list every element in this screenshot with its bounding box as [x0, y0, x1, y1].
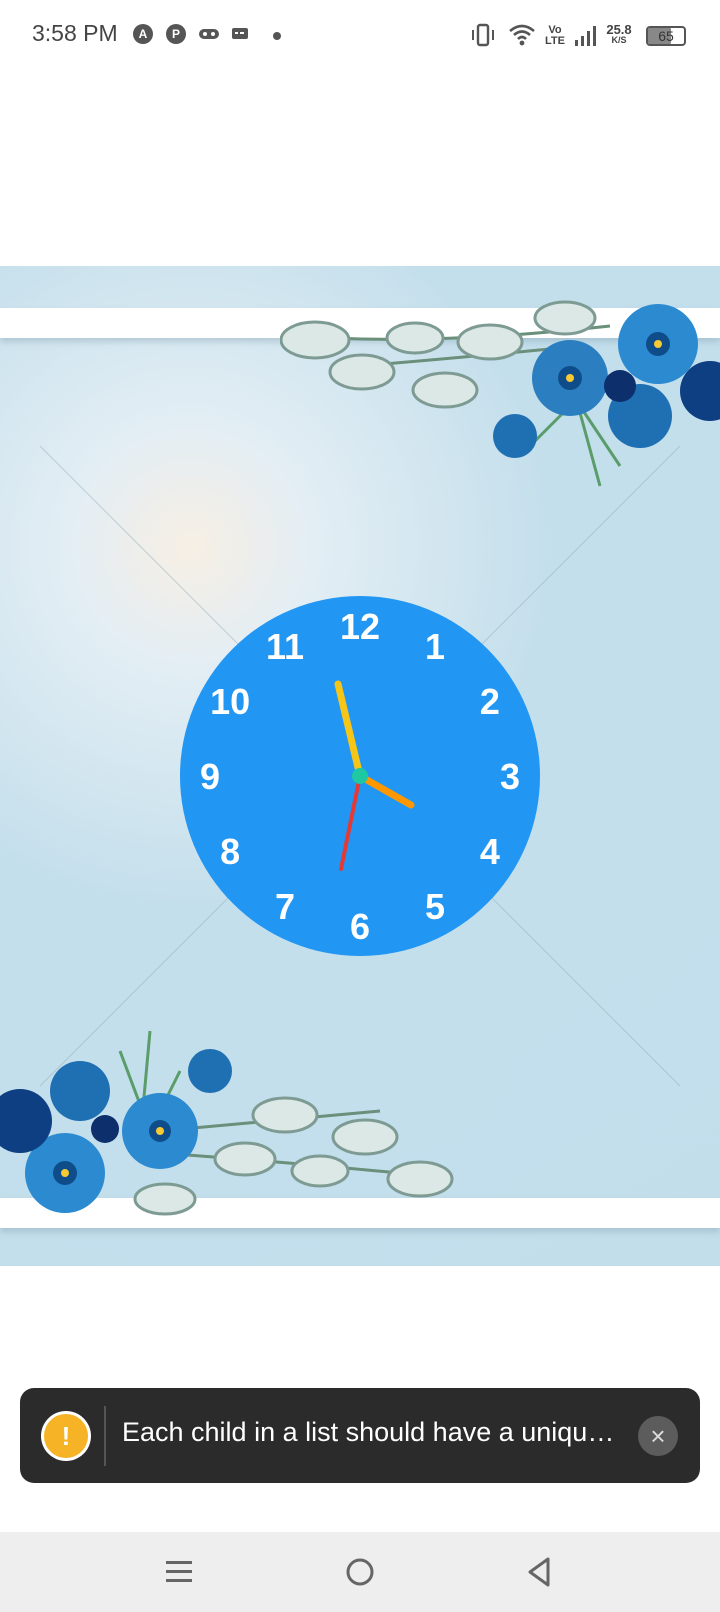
signal-icon [575, 26, 596, 46]
net-speed-value: 25.8 [606, 22, 632, 37]
battery-level: 65 [658, 28, 674, 44]
wifi-icon [509, 24, 535, 46]
status-time: 3:58 PM [32, 20, 118, 46]
dot-icon [273, 32, 281, 40]
clock-center [352, 768, 368, 784]
warning-toast[interactable]: ! Each child in a list should have a uni… [20, 1388, 700, 1483]
menu-icon[interactable] [160, 1552, 200, 1592]
clock-number-2: 2 [480, 681, 500, 722]
vibrate-icon [472, 23, 494, 47]
pinterest-icon: P [166, 24, 186, 44]
clock-number-3: 3 [500, 756, 520, 797]
net-speed: 25.8 K/S [604, 22, 634, 46]
close-icon[interactable]: × [638, 1416, 678, 1456]
toast-message: Each child in a list should have a uniqu… [122, 1417, 622, 1447]
analog-clock: 12 1234567891011 [180, 596, 540, 956]
message-icon [232, 28, 248, 39]
back-icon[interactable] [520, 1552, 560, 1592]
floral-decoration-bottom [0, 1030, 454, 1216]
warning-icon: ! [44, 1414, 88, 1458]
clock-number-8: 8 [220, 831, 240, 872]
home-icon[interactable] [340, 1552, 380, 1592]
clock-number-12: 12 [340, 606, 380, 647]
battery-icon: 65 [646, 26, 686, 46]
floral-decoration-top [280, 300, 720, 487]
clock-number-5: 5 [425, 886, 445, 927]
navigation-bar [0, 1532, 720, 1612]
clock-number-4: 4 [480, 831, 500, 872]
clock-number-6: 6 [350, 906, 370, 947]
clock-number-1: 1 [425, 626, 445, 667]
toast-divider [104, 1406, 106, 1466]
clock-number-10: 10 [210, 681, 250, 722]
clock-number-7: 7 [275, 886, 295, 927]
clock-number-11: 11 [266, 626, 304, 667]
gamepad-icon [199, 29, 219, 39]
a-circle-icon: A [133, 24, 153, 44]
volte-icon: Vo LTE [545, 24, 565, 47]
status-bar: 3:58 PM A P Vo LTE 25.8 K/S 65 [0, 0, 720, 72]
clock-number-9: 9 [200, 756, 220, 797]
